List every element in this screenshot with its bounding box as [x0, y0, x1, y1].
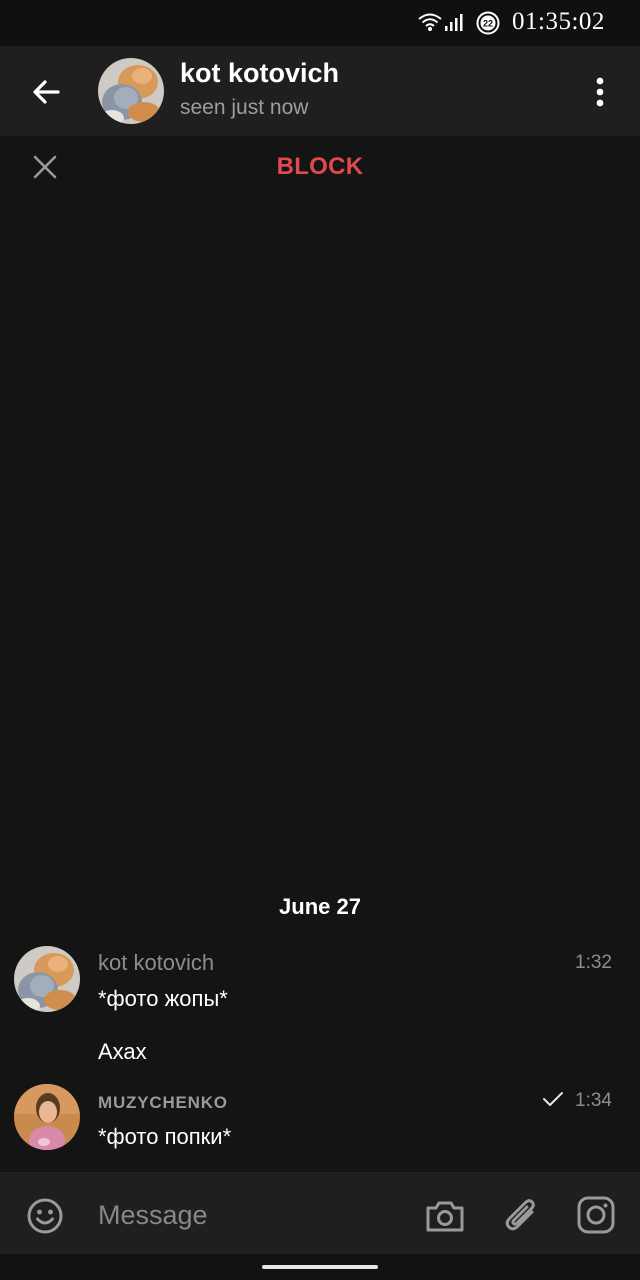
message-sender[interactable]: MUZYCHENKO [98, 1093, 228, 1113]
emoji-icon[interactable] [26, 1197, 64, 1235]
message-text: Ахах [98, 1039, 147, 1064]
message-time: 1:34 [575, 1090, 612, 1111]
attach-icon[interactable] [504, 1195, 540, 1235]
message-input[interactable] [98, 1197, 398, 1233]
sender-avatar[interactable] [14, 946, 80, 1012]
contact-avatar[interactable] [98, 58, 164, 124]
message-sender[interactable]: kot kotovich [98, 950, 214, 976]
contact-name[interactable]: kot kotovich [180, 58, 339, 89]
message-input-bar [0, 1172, 640, 1254]
battery-icon: 22 [476, 11, 500, 35]
status-bar: 22 01:35:02 [0, 0, 640, 46]
date-separator: June 27 [279, 894, 361, 919]
system-nav-bar [0, 1254, 640, 1280]
home-gesture-handle[interactable] [262, 1265, 378, 1269]
more-vert-icon[interactable] [584, 72, 616, 112]
signal-icon [445, 14, 463, 31]
sender-avatar[interactable] [14, 1084, 80, 1150]
block-button[interactable]: BLOCK [0, 153, 640, 181]
message-time: 1:32 [575, 952, 612, 973]
back-arrow-icon[interactable] [26, 72, 66, 112]
camera-icon[interactable] [424, 1197, 466, 1235]
wifi-icon [418, 13, 442, 31]
check-icon [543, 1092, 563, 1106]
battery-level: 22 [483, 19, 493, 29]
chat-header: kot kotovich seen just now [0, 46, 640, 136]
status-clock: 01:35:02 [512, 8, 605, 35]
message-text: *фото жопы* [98, 986, 228, 1011]
instagram-icon[interactable] [576, 1195, 616, 1235]
contact-last-seen: seen just now [180, 96, 309, 119]
block-action-bar: BLOCK [0, 136, 640, 198]
message-text: *фото попки* [98, 1124, 232, 1149]
